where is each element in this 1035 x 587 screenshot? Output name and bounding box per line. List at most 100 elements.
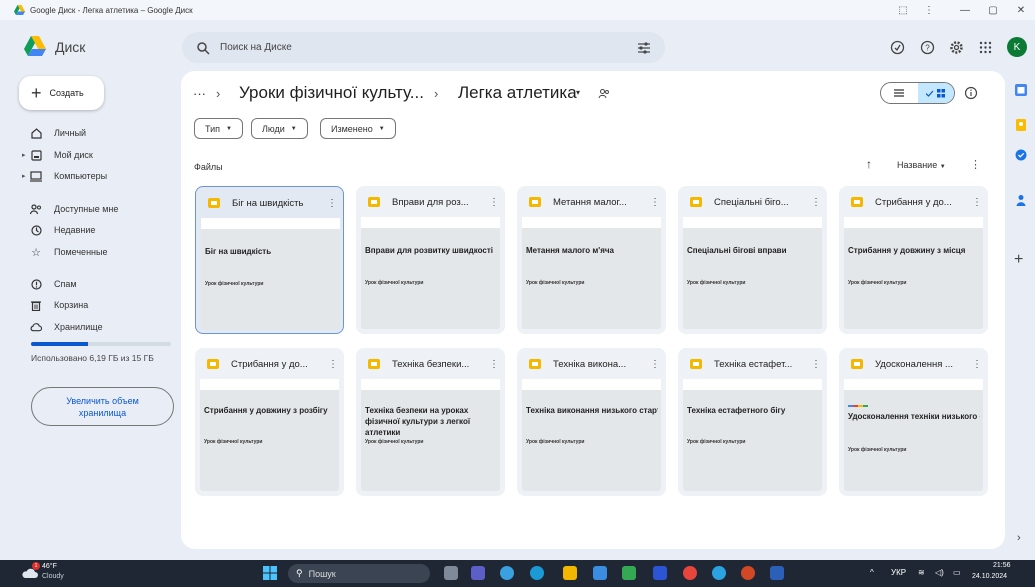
drive-logo-icon[interactable]: [24, 36, 46, 56]
battery-icon[interactable]: ▭: [953, 568, 961, 577]
chevron-down-icon[interactable]: ▾: [576, 88, 580, 97]
file-card-header[interactable]: Біг на швидкість ⋮: [196, 187, 343, 219]
breadcrumb-parent-folder[interactable]: Уроки фізичної культу...: [239, 83, 424, 103]
file-card-header[interactable]: Вправи для роз... ⋮: [356, 186, 505, 218]
edge-browser-icon[interactable]: [530, 566, 544, 580]
minimize-button[interactable]: —: [956, 0, 974, 20]
more-options-icon[interactable]: ⋮: [322, 359, 344, 370]
chrome-browser-icon[interactable]: [683, 566, 697, 580]
file-thumbnail[interactable]: Техніка безпеки на уроках фізичної культ…: [361, 379, 500, 491]
filter-type-chip[interactable]: Тип ▼: [194, 118, 243, 139]
account-avatar[interactable]: K: [1007, 37, 1027, 57]
file-card[interactable]: Удосконалення ... ⋮ Удосконалення техніки …: [839, 348, 988, 496]
clock-date[interactable]: 24.10.2024: [972, 573, 1007, 580]
tray-overflow-icon[interactable]: ^: [870, 568, 874, 577]
offline-status-icon[interactable]: [890, 40, 905, 55]
file-card-header[interactable]: Спеціальні біго... ⋮: [678, 186, 827, 218]
more-options-icon[interactable]: ⋮: [483, 197, 505, 208]
file-card-header[interactable]: Техніка естафет... ⋮: [678, 348, 827, 380]
more-options-icon[interactable]: ⋮: [966, 197, 988, 208]
help-icon[interactable]: ?: [920, 40, 935, 55]
close-button[interactable]: ✕: [1012, 0, 1030, 20]
file-card[interactable]: Метання малог... ⋮ Метання малого м'яча Уро…: [517, 186, 666, 334]
list-view-button[interactable]: [881, 83, 918, 103]
file-thumbnail[interactable]: Біг на швидкість Урок фізичної культури: [201, 218, 340, 330]
clock-time[interactable]: 21:56: [993, 562, 1011, 569]
file-thumbnail[interactable]: Техніка естафетного бігу Урок фізичної ку…: [683, 379, 822, 491]
file-card-header[interactable]: Техніка викона... ⋮: [517, 348, 666, 380]
more-options-icon[interactable]: ⋮: [966, 359, 988, 370]
file-card[interactable]: Техніка естафет... ⋮ Техніка естафетного б…: [678, 348, 827, 496]
file-card-header[interactable]: Стрибання у до... ⋮: [195, 348, 344, 380]
expand-arrow-icon[interactable]: ▸: [22, 172, 26, 180]
file-thumbnail[interactable]: Стрибання у довжину з розбігу Урок фізичн…: [200, 379, 339, 491]
teams-icon[interactable]: [471, 566, 485, 580]
grid-view-button[interactable]: [917, 83, 954, 103]
sidebar-item-shared[interactable]: Доступные мне: [30, 201, 118, 217]
sidebar-item-storage[interactable]: Хранилище: [30, 319, 103, 335]
weather-description[interactable]: Cloudy: [42, 573, 64, 580]
extension-puzzle-icon[interactable]: ⬚: [894, 0, 912, 20]
more-options-icon[interactable]: ⋮: [644, 359, 666, 370]
weather-temperature[interactable]: 46°F: [42, 563, 57, 570]
sidebar-item-starred[interactable]: ☆ Помеченные: [30, 244, 107, 260]
file-thumbnail[interactable]: Вправи для розвитку швидкості Урок фізичн…: [361, 217, 500, 329]
calendar-icon[interactable]: [1015, 84, 1027, 96]
search-bar[interactable]: Поиск на Диске: [182, 32, 665, 63]
more-options-icon[interactable]: ⋮: [483, 359, 505, 370]
file-thumbnail[interactable]: Метання малого м'яча Урок фізичної культу…: [522, 217, 661, 329]
apps-grid-icon[interactable]: [978, 40, 993, 55]
settings-gear-icon[interactable]: [949, 40, 964, 55]
search-icon[interactable]: [196, 41, 210, 55]
search-options-icon[interactable]: [637, 41, 651, 55]
file-thumbnail[interactable]: Стрибання у довжину з місця Урок фізичної…: [844, 217, 983, 329]
taskbar-search-box[interactable]: ⚲ Пошук: [288, 564, 430, 583]
file-card[interactable]: Біг на швидкість ⋮ Біг на швидкість Урок фі…: [195, 186, 344, 334]
sidebar-item-spam[interactable]: Спам: [30, 276, 77, 292]
search-input[interactable]: Поиск на Диске: [220, 42, 637, 53]
view-toggle[interactable]: [880, 82, 955, 104]
file-card[interactable]: Вправи для роз... ⋮ Вправи для розвитку шв…: [356, 186, 505, 334]
file-explorer-icon[interactable]: [563, 566, 577, 580]
filter-people-chip[interactable]: Люди ▼: [251, 118, 308, 139]
file-card[interactable]: Стрибання у до... ⋮ Стрибання у довжину з …: [195, 348, 344, 496]
browser-menu-icon[interactable]: ⋮: [922, 0, 936, 20]
more-options-icon[interactable]: ⋮: [970, 158, 981, 171]
file-card-header[interactable]: Удосконалення ... ⋮: [839, 348, 988, 380]
more-options-icon[interactable]: ⋮: [805, 197, 827, 208]
sort-direction-arrow-icon[interactable]: ↑: [866, 157, 872, 171]
more-options-icon[interactable]: ⋮: [321, 198, 343, 209]
filter-modified-chip[interactable]: Изменено ▼: [320, 118, 396, 139]
google-drive-app-icon[interactable]: [622, 566, 636, 580]
file-thumbnail[interactable]: Удосконалення техніки низького старту Уро…: [844, 379, 983, 491]
powerpoint-icon[interactable]: [741, 566, 755, 580]
sidebar-item-computers[interactable]: Компьютеры: [30, 168, 107, 184]
file-card[interactable]: Техніка викона... ⋮ Техніка виконання низь…: [517, 348, 666, 496]
file-card-header[interactable]: Стрибання у до... ⋮: [839, 186, 988, 218]
wifi-icon[interactable]: ≋: [918, 568, 925, 577]
word-icon[interactable]: [770, 566, 784, 580]
copilot-icon[interactable]: [500, 566, 514, 580]
file-card[interactable]: Техніка безпеки... ⋮ Техніка безпеки на ур…: [356, 348, 505, 496]
file-card-header[interactable]: Метання малог... ⋮: [517, 186, 666, 218]
upgrade-storage-button[interactable]: Увеличить объем хранилища: [31, 387, 174, 426]
more-options-icon[interactable]: ⋮: [805, 359, 827, 370]
task-view-icon[interactable]: [444, 566, 458, 580]
sidebar-item-my-drive[interactable]: Мой диск: [30, 147, 93, 163]
keyboard-language[interactable]: УКР: [891, 568, 906, 577]
telegram-icon[interactable]: [712, 566, 726, 580]
expand-arrow-icon[interactable]: ▸: [22, 151, 26, 159]
file-card[interactable]: Стрибання у до... ⋮ Стрибання у довжину з …: [839, 186, 988, 334]
add-addon-icon[interactable]: +: [1014, 251, 1023, 269]
tasks-icon[interactable]: [1015, 149, 1027, 161]
info-icon[interactable]: [964, 86, 978, 100]
windows-start-icon[interactable]: [263, 566, 277, 580]
file-thumbnail[interactable]: Спеціальні бігові вправи Урок фізичної ку…: [683, 217, 822, 329]
sort-by-name-button[interactable]: Название ▼: [897, 160, 946, 170]
file-card[interactable]: Спеціальні біго... ⋮ Спеціальні бігові впр…: [678, 186, 827, 334]
volume-icon[interactable]: ◁): [935, 568, 944, 577]
keep-icon[interactable]: [1015, 119, 1027, 131]
file-card-header[interactable]: Техніка безпеки... ⋮: [356, 348, 505, 380]
more-options-icon[interactable]: ⋮: [644, 197, 666, 208]
maximize-button[interactable]: ▢: [984, 0, 1002, 20]
